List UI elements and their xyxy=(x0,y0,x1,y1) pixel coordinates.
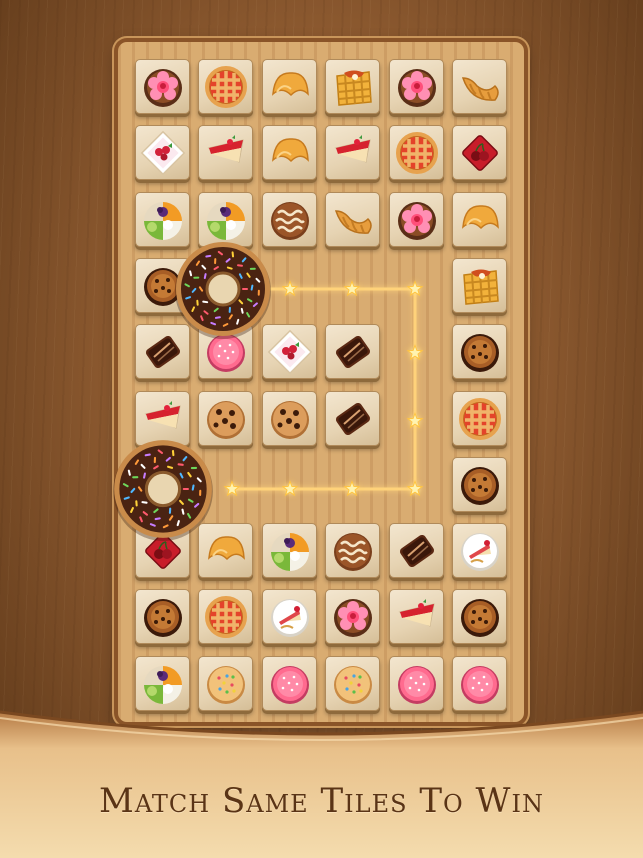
tile-fortune-cookie[interactable] xyxy=(452,192,507,247)
tile-croissant[interactable] xyxy=(452,59,507,114)
cake-square-icon xyxy=(140,130,186,176)
selected-donut-tile[interactable] xyxy=(172,238,274,340)
tile-cake-square[interactable] xyxy=(135,125,190,180)
pink-macaron-icon xyxy=(461,666,499,704)
tile-waffle[interactable] xyxy=(452,258,507,313)
croissant-icon xyxy=(461,77,499,101)
tile-choco-cookie[interactable] xyxy=(325,523,380,578)
flower-tart-icon xyxy=(398,202,436,240)
waffle-icon xyxy=(463,269,499,305)
tile-sugar-cookie[interactable] xyxy=(325,656,380,711)
tile-fortune-cookie[interactable] xyxy=(262,125,317,180)
tile-fortune-cookie[interactable] xyxy=(262,59,317,114)
tile-pie[interactable] xyxy=(389,125,444,180)
sugar-cookie-icon xyxy=(207,666,245,704)
flower-tart-icon xyxy=(334,599,372,637)
tile-flower-tart[interactable] xyxy=(135,59,190,114)
fruit-tart-icon xyxy=(144,666,182,704)
chocolate-icon xyxy=(399,534,435,568)
matched-donut-tile[interactable] xyxy=(110,436,216,542)
tile-fruit-tart[interactable] xyxy=(135,656,190,711)
tile-pie[interactable] xyxy=(452,391,507,446)
pink-macaron-icon xyxy=(271,666,309,704)
tile-pink-macaron[interactable] xyxy=(389,656,444,711)
tile-croissant[interactable] xyxy=(325,192,380,247)
choco-cookie-icon xyxy=(334,533,372,571)
tile-pink-macaron[interactable] xyxy=(452,656,507,711)
fruit-tart-icon xyxy=(144,202,182,240)
choco-cookie-icon xyxy=(271,202,309,240)
tile-chocolate[interactable] xyxy=(325,391,380,446)
tile-cake-slice[interactable] xyxy=(389,589,444,644)
cake-slice-icon xyxy=(334,135,371,163)
tile-chocolate[interactable] xyxy=(389,523,444,578)
muffin-icon xyxy=(461,599,499,637)
pink-macaron-icon xyxy=(398,666,436,704)
donut-icon xyxy=(113,440,213,541)
flower-tart-icon xyxy=(144,69,182,107)
cake-plate-icon xyxy=(271,599,309,637)
chocolate-icon xyxy=(335,402,371,436)
tile-cake-plate[interactable] xyxy=(452,523,507,578)
cake-slice-icon xyxy=(398,599,435,627)
tile-cookie[interactable] xyxy=(262,391,317,446)
tile-flower-tart[interactable] xyxy=(389,192,444,247)
tile-pink-macaron[interactable] xyxy=(262,656,317,711)
sugar-cookie-icon xyxy=(334,666,372,704)
donut-icon xyxy=(175,242,271,339)
cake-plate-icon xyxy=(461,533,499,571)
tile-muffin[interactable] xyxy=(452,457,507,512)
muffin-icon xyxy=(461,334,499,372)
tile-fruit-tart[interactable] xyxy=(262,523,317,578)
tile-muffin[interactable] xyxy=(452,589,507,644)
tile-cake-plate[interactable] xyxy=(262,589,317,644)
tile-cake-slice[interactable] xyxy=(325,125,380,180)
tile-chocolate[interactable] xyxy=(325,324,380,379)
fruit-tart-icon xyxy=(207,202,245,240)
pie-icon xyxy=(205,66,247,108)
tile-muffin[interactable] xyxy=(135,589,190,644)
tile-sugar-cookie[interactable] xyxy=(198,656,253,711)
fortune-cookie-icon xyxy=(272,138,309,163)
tile-pie[interactable] xyxy=(198,589,253,644)
tagline-text: Match Same Tiles To Win xyxy=(99,781,544,821)
cookie-icon xyxy=(271,401,309,439)
chocolate-icon xyxy=(335,335,371,369)
fortune-cookie-icon xyxy=(272,72,309,97)
flower-tart-icon xyxy=(398,69,436,107)
tile-pie[interactable] xyxy=(198,59,253,114)
fruit-tart-icon xyxy=(271,533,309,571)
tile-flower-tart[interactable] xyxy=(389,59,444,114)
croissant-icon xyxy=(334,210,372,234)
pie-icon xyxy=(205,596,247,638)
tile-muffin[interactable] xyxy=(452,324,507,379)
tile-flower-tart[interactable] xyxy=(325,589,380,644)
pie-icon xyxy=(396,132,438,174)
tile-cherry-candy[interactable] xyxy=(452,125,507,180)
muffin-icon xyxy=(461,467,499,505)
fortune-cookie-icon xyxy=(462,205,499,230)
cake-slice-icon xyxy=(207,135,244,163)
tile-waffle[interactable] xyxy=(325,59,380,114)
tile-cake-slice[interactable] xyxy=(198,125,253,180)
muffin-icon xyxy=(144,599,182,637)
pie-icon xyxy=(459,398,501,440)
waffle-icon xyxy=(336,70,372,106)
cherry-candy-icon xyxy=(462,135,498,171)
